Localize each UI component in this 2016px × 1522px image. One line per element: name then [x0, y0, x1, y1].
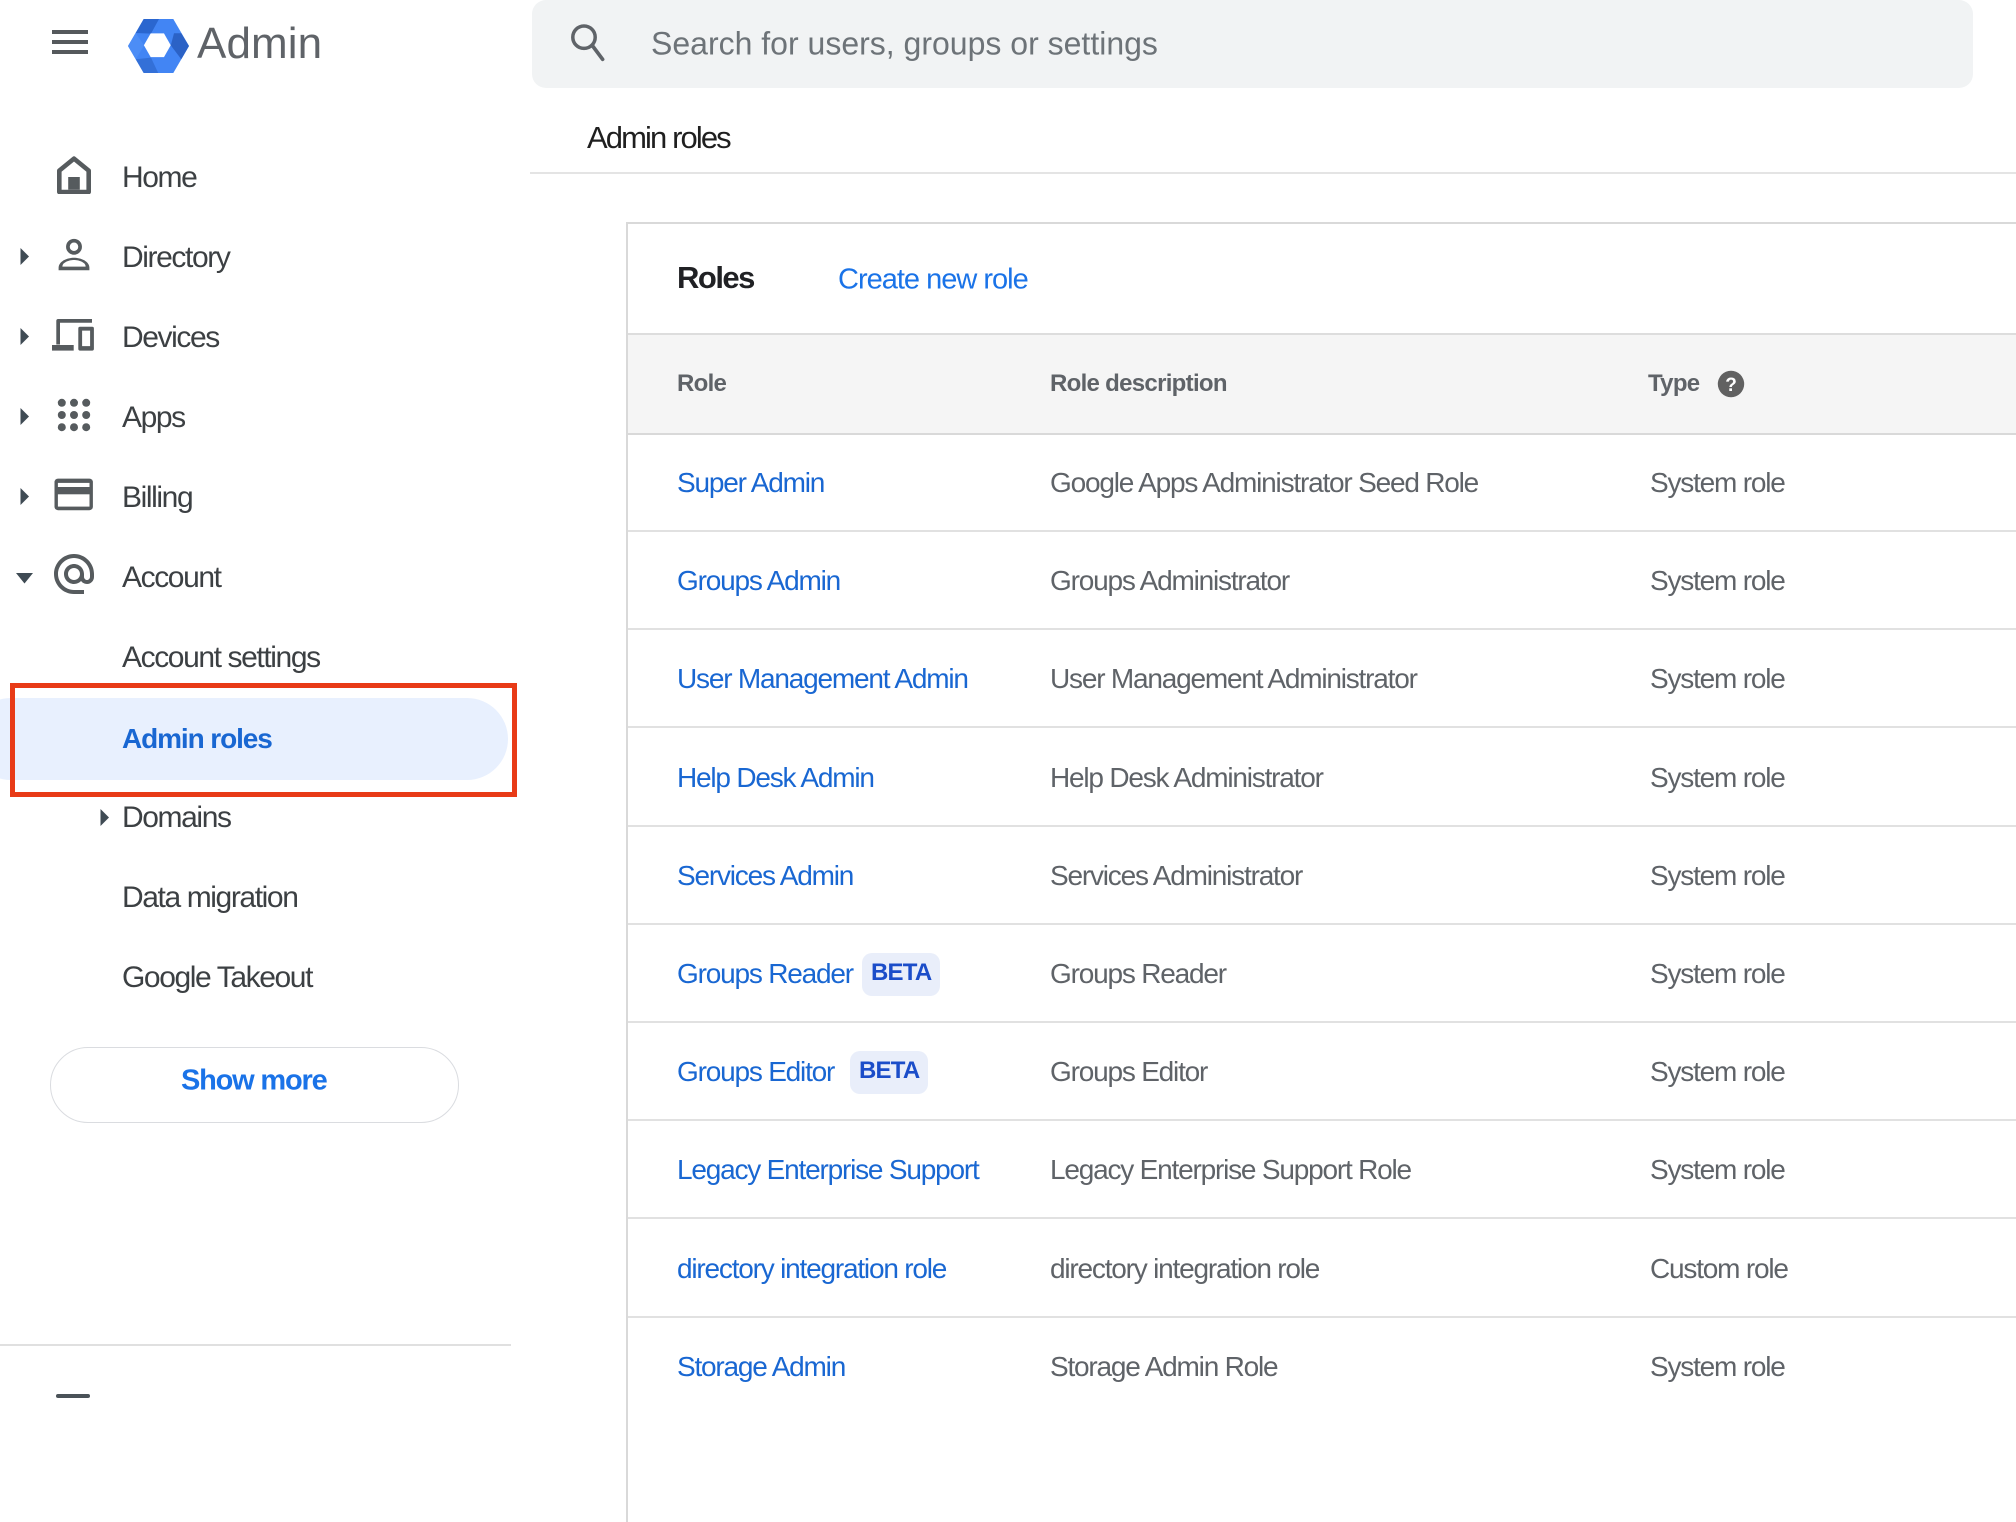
svg-text:?: ?: [1725, 375, 1737, 396]
